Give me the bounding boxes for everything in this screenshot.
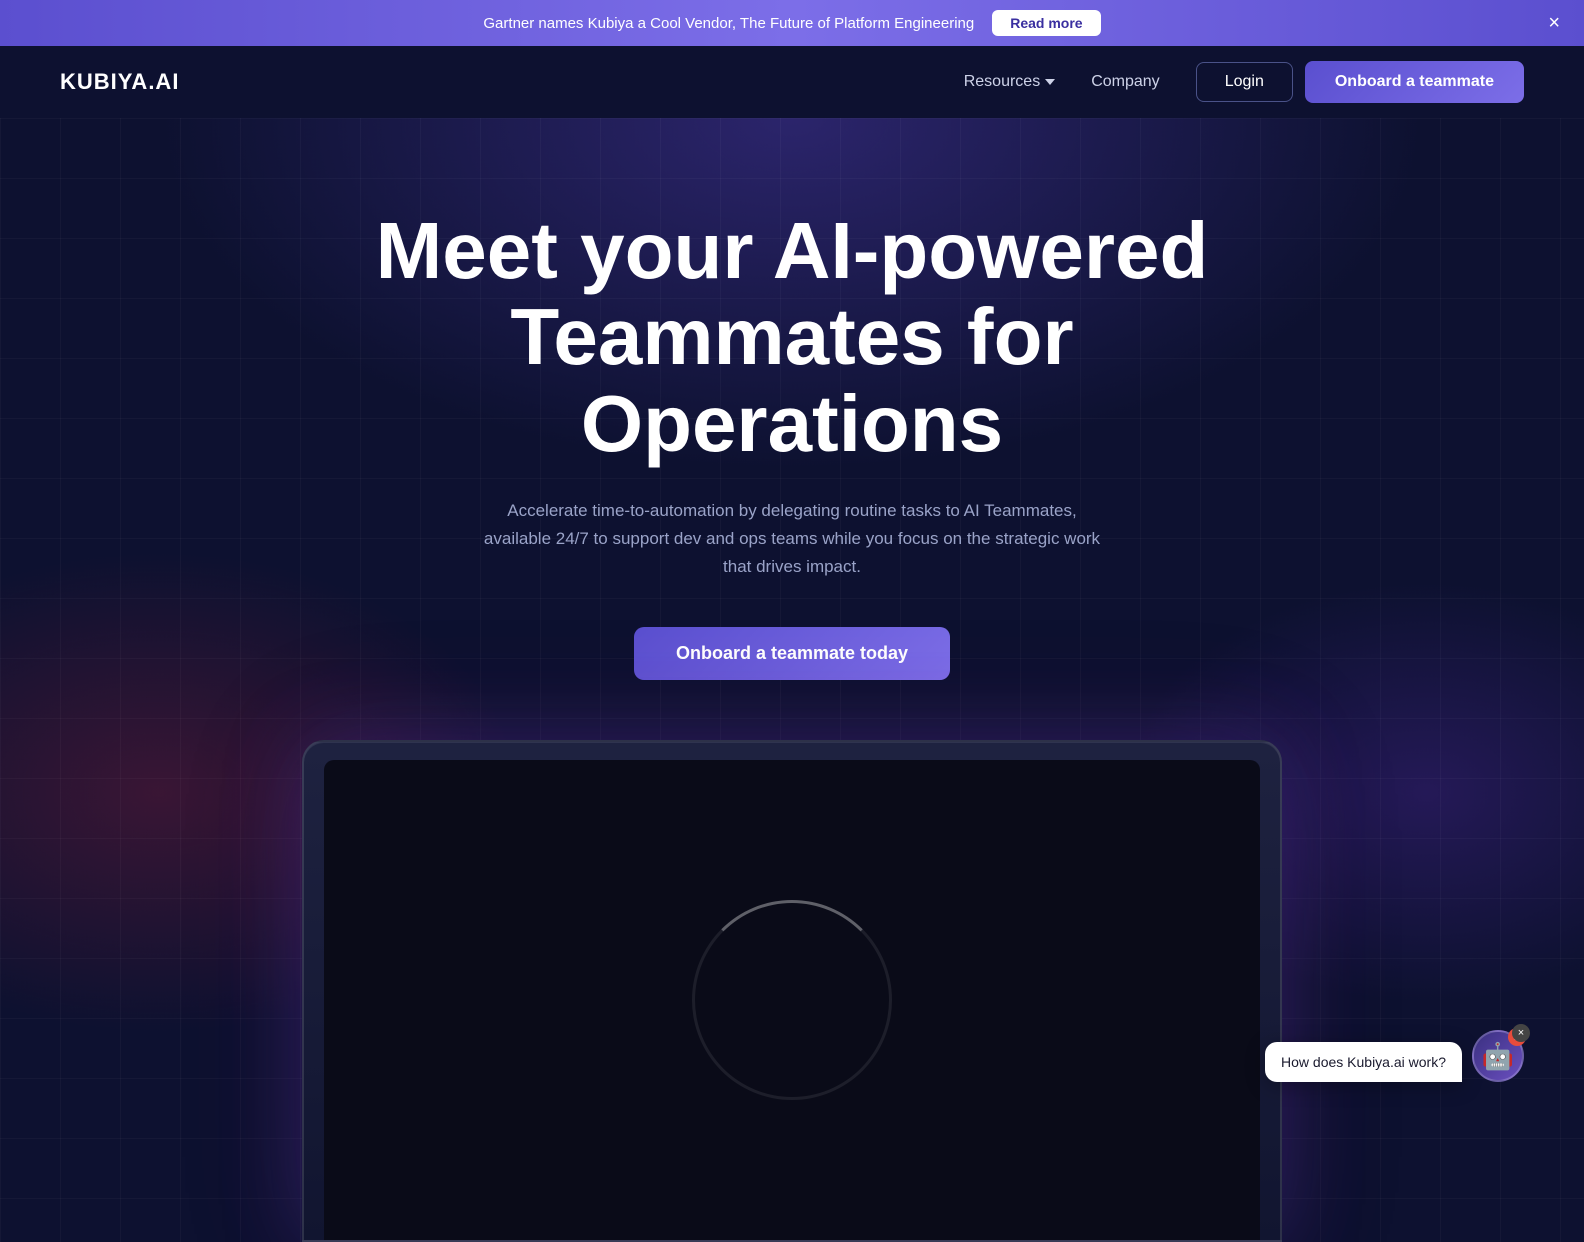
chat-bubble-wrapper: How does Kubiya.ai work? <box>1265 1042 1462 1082</box>
chat-avatar[interactable]: 🤖 1 × <box>1472 1030 1524 1082</box>
hero-title: Meet your AI-powered Teammates for Opera… <box>362 208 1222 467</box>
hero-subtitle: Accelerate time-to-automation by delegat… <box>472 497 1112 581</box>
chat-close-button[interactable]: × <box>1512 1024 1530 1042</box>
nav-company[interactable]: Company <box>1091 73 1159 91</box>
navbar: KUBIYA.AI Resources Company Login Onboar… <box>0 46 1584 118</box>
laptop-outer <box>302 740 1282 1242</box>
banner-text: Gartner names Kubiya a Cool Vendor, The … <box>483 15 974 32</box>
loading-circle <box>692 900 892 1100</box>
login-button[interactable]: Login <box>1196 62 1293 102</box>
logo[interactable]: KUBIYA.AI <box>60 69 179 95</box>
nav-links: Resources Company <box>964 73 1160 91</box>
hero-section: Meet your AI-powered Teammates for Opera… <box>0 118 1584 1242</box>
nav-onboard-button[interactable]: Onboard a teammate <box>1305 61 1524 103</box>
hero-cta-button[interactable]: Onboard a teammate today <box>634 627 950 680</box>
nav-resources[interactable]: Resources <box>964 73 1055 91</box>
chat-widget: How does Kubiya.ai work? 🤖 1 × <box>1265 1030 1524 1082</box>
announcement-banner: Gartner names Kubiya a Cool Vendor, The … <box>0 0 1584 46</box>
banner-close-button[interactable]: × <box>1548 13 1560 33</box>
chevron-down-icon <box>1045 79 1055 85</box>
chat-bubble: How does Kubiya.ai work? <box>1265 1042 1462 1082</box>
laptop-screen <box>324 760 1260 1240</box>
laptop-mockup <box>302 740 1282 1242</box>
robot-icon: 🤖 <box>1482 1041 1514 1072</box>
read-more-button[interactable]: Read more <box>992 10 1100 36</box>
